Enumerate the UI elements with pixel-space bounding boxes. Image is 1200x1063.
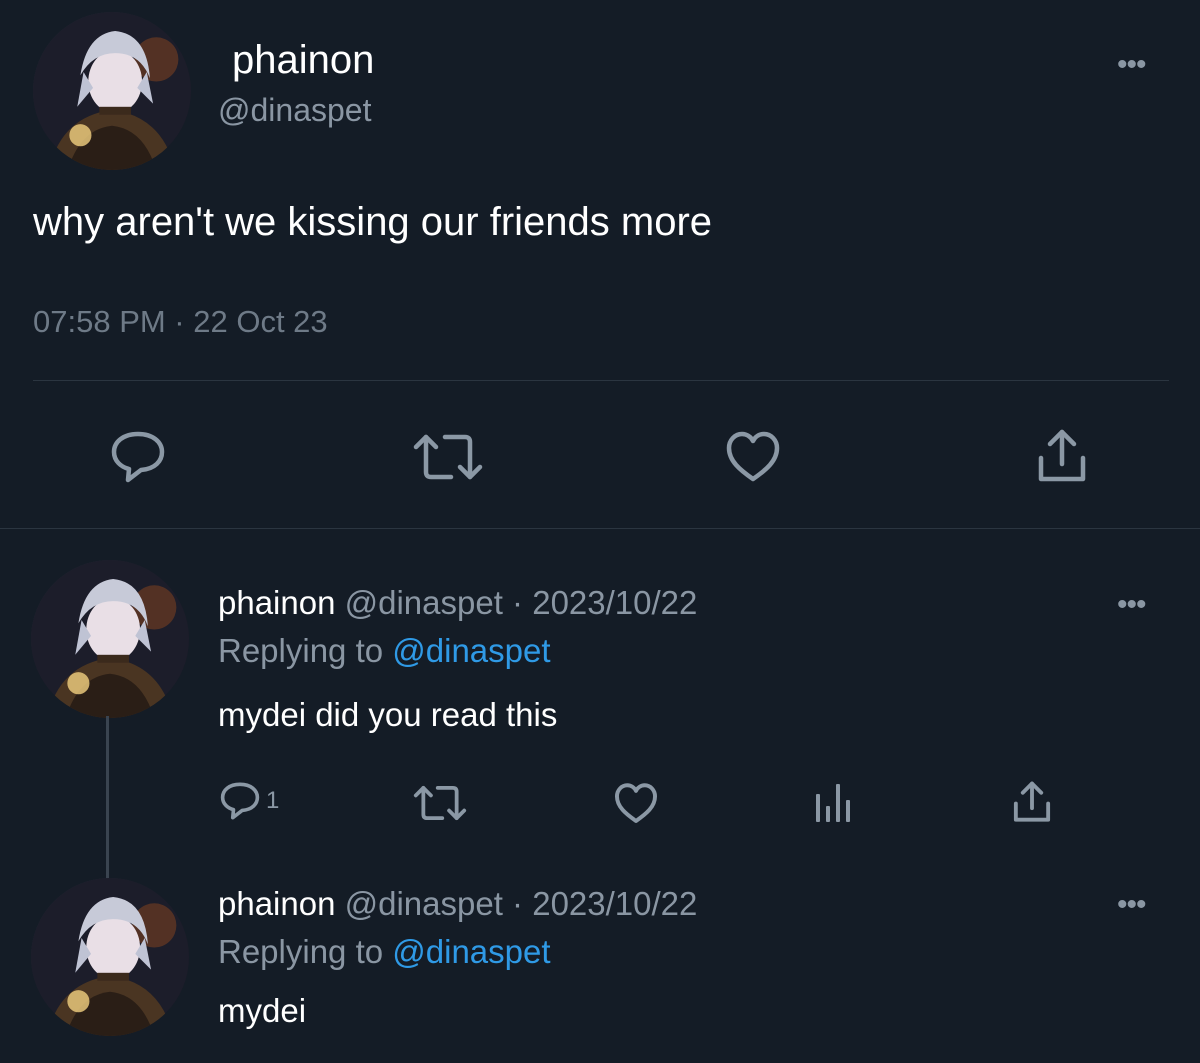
- reply-date[interactable]: 2023/10/22: [532, 885, 697, 922]
- main-author-handle[interactable]: @dinaspet: [218, 92, 371, 129]
- reply-header: phainon @dinaspet · 2023/10/22: [218, 584, 697, 622]
- more-options-button[interactable]: •••: [1117, 890, 1146, 920]
- reply-author-name[interactable]: phainon: [218, 584, 335, 621]
- separator-dot: ·: [502, 885, 533, 922]
- avatar[interactable]: [31, 878, 189, 1036]
- avatar-image: [31, 878, 189, 1036]
- reply-icon: [218, 780, 262, 822]
- like-icon[interactable]: [613, 782, 659, 825]
- reply-author-handle[interactable]: @dinaspet: [345, 885, 503, 922]
- reply-author-handle[interactable]: @dinaspet: [345, 584, 503, 621]
- share-icon[interactable]: [1036, 428, 1088, 484]
- reply-icon[interactable]: [108, 428, 168, 486]
- reply-text: mydei: [218, 992, 307, 1029]
- avatar[interactable]: [33, 12, 191, 170]
- divider: [0, 528, 1200, 529]
- divider: [33, 380, 1169, 381]
- tweet-text: why aren't we kissing our friends more: [33, 200, 713, 244]
- reply-count: 1: [266, 787, 280, 814]
- share-icon[interactable]: [1012, 780, 1052, 824]
- like-icon[interactable]: [724, 430, 782, 484]
- reply-text: mydei did you read this: [218, 696, 558, 733]
- main-author-name[interactable]: phainon: [232, 38, 374, 83]
- replying-to: Replying to @dinaspet: [218, 632, 551, 670]
- mention-link[interactable]: @dinaspet: [392, 632, 550, 669]
- retweet-icon[interactable]: [411, 432, 485, 482]
- reply-button[interactable]: 1: [218, 780, 279, 822]
- replying-to-label: Replying to: [218, 933, 393, 970]
- avatar-image: [31, 560, 189, 718]
- thread-line: [106, 716, 109, 882]
- more-options-button[interactable]: •••: [1117, 50, 1146, 80]
- replying-to-label: Replying to: [218, 632, 393, 669]
- views-icon[interactable]: [812, 780, 856, 824]
- reply-date[interactable]: 2023/10/22: [532, 584, 697, 621]
- retweet-icon[interactable]: [412, 784, 468, 822]
- separator-dot: ·: [502, 584, 533, 621]
- tweet-timestamp[interactable]: 07:58 PM · 22 Oct 23: [33, 304, 328, 340]
- avatar[interactable]: [31, 560, 189, 718]
- reply-author-name[interactable]: phainon: [218, 885, 335, 922]
- replying-to: Replying to @dinaspet: [218, 933, 551, 971]
- mention-link[interactable]: @dinaspet: [392, 933, 550, 970]
- reply-header: phainon @dinaspet · 2023/10/22: [218, 885, 697, 923]
- more-options-button[interactable]: •••: [1117, 590, 1146, 620]
- avatar-image: [33, 12, 191, 170]
